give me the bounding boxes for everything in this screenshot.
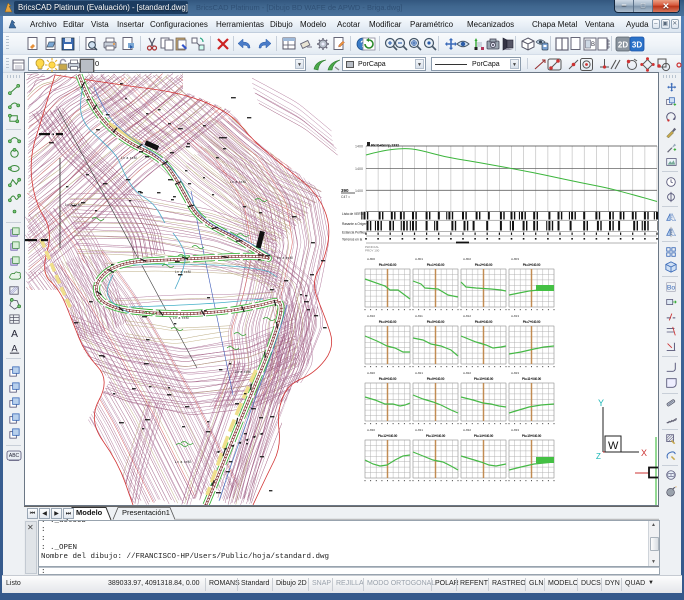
svg-text:1400: 1400 xyxy=(355,145,363,149)
svg-text:A-802: A-802 xyxy=(463,257,471,261)
svg-text:Pk=10+040.00: Pk=10+040.00 xyxy=(474,377,494,381)
svg-text:Rasante a Origen: Rasante a Origen xyxy=(342,222,367,226)
svg-text:A-823: A-823 xyxy=(511,371,519,375)
svg-text:Pk=6+040.00: Pk=6+040.00 xyxy=(475,320,493,324)
svg-text:Lx a xxM: Lx a xxM xyxy=(235,370,251,374)
svg-text:Pk=15+040.00: Pk=15+040.00 xyxy=(522,434,542,438)
svg-text:1400: 1400 xyxy=(355,167,363,171)
svg-text:Lx a xxM: Lx a xxM xyxy=(121,156,137,160)
svg-text:Pk=1+040.00: Pk=1+040.00 xyxy=(427,263,445,267)
svg-text:A-813: A-813 xyxy=(511,314,519,318)
svg-text:PROY 100: PROY 100 xyxy=(365,249,380,253)
svg-text:A-830: A-830 xyxy=(367,428,375,432)
svg-text:1400: 1400 xyxy=(355,189,363,193)
svg-text:Lx a xxM: Lx a xxM xyxy=(173,316,189,320)
svg-text:A-833: A-833 xyxy=(511,428,519,432)
svg-text:A-820: A-820 xyxy=(367,371,375,375)
svg-text:A-801: A-801 xyxy=(415,257,423,261)
svg-text:Pk=12+040.00: Pk=12+040.00 xyxy=(378,434,398,438)
svg-text:A: A xyxy=(11,343,18,353)
svg-text:A-812: A-812 xyxy=(463,314,471,318)
svg-text:Pk=0+040.00: Pk=0+040.00 xyxy=(379,263,397,267)
svg-text:Pk=2+040.00: Pk=2+040.00 xyxy=(475,263,493,267)
svg-text:Lx a xxM: Lx a xxM xyxy=(277,256,293,260)
svg-text:Terrenos en la: Terrenos en la xyxy=(342,238,362,242)
svg-text:W: W xyxy=(608,440,619,452)
svg-text:Lx a xxM: Lx a xxM xyxy=(230,180,246,184)
svg-text:ABC: ABC xyxy=(9,453,20,459)
svg-text:Pk=14+040.00: Pk=14+040.00 xyxy=(474,434,494,438)
svg-text:C47 =: C47 = xyxy=(341,195,350,199)
svg-text:A-800: A-800 xyxy=(367,257,375,261)
svg-text:Pk=11+040.00: Pk=11+040.00 xyxy=(522,377,541,381)
svg-text:390: 390 xyxy=(341,188,349,193)
svg-text:Pk=4+040.00: Pk=4+040.00 xyxy=(379,320,397,324)
svg-text:A-810: A-810 xyxy=(367,314,375,318)
svg-text:2D: 2D xyxy=(618,41,628,50)
svg-text:Lx a xxM: Lx a xxM xyxy=(65,203,81,207)
svg-text:A: A xyxy=(11,329,18,340)
svg-text:Pk=13+040.00: Pk=13+040.00 xyxy=(426,434,446,438)
svg-text:A-803: A-803 xyxy=(511,257,519,261)
svg-text:A-821: A-821 xyxy=(415,371,423,375)
svg-text:3D: 3D xyxy=(632,41,642,50)
svg-text:Pk=5+040.00: Pk=5+040.00 xyxy=(427,320,445,324)
svg-text:A-811: A-811 xyxy=(415,314,423,318)
svg-text:A-831: A-831 xyxy=(415,428,423,432)
svg-text:Lx a xxM: Lx a xxM xyxy=(175,460,191,464)
svg-text:Pk=8+040.00: Pk=8+040.00 xyxy=(379,377,397,381)
svg-text:Pk=9+040.00: Pk=9+040.00 xyxy=(427,377,445,381)
svg-text:Bo: Bo xyxy=(667,285,676,292)
svg-text:Pk=7+040.00: Pk=7+040.00 xyxy=(523,320,541,324)
svg-text:Z: Z xyxy=(596,452,601,461)
svg-text:Pk=3+040.00: Pk=3+040.00 xyxy=(523,263,541,267)
svg-text:Lx a xxM: Lx a xxM xyxy=(175,270,191,274)
svg-text:Y: Y xyxy=(598,398,604,408)
svg-text:Lista de VERTI: Lista de VERTI xyxy=(342,212,363,216)
svg-text:B: B xyxy=(591,42,595,48)
svg-text:X: X xyxy=(641,448,647,458)
svg-text:Estancia Perfiles: Estancia Perfiles xyxy=(342,231,366,235)
svg-text:A-832: A-832 xyxy=(463,428,471,432)
svg-text:A-822: A-822 xyxy=(463,371,471,375)
svg-text:Pk=0+0m=p.1332: Pk=0+0m=p.1332 xyxy=(371,144,399,148)
